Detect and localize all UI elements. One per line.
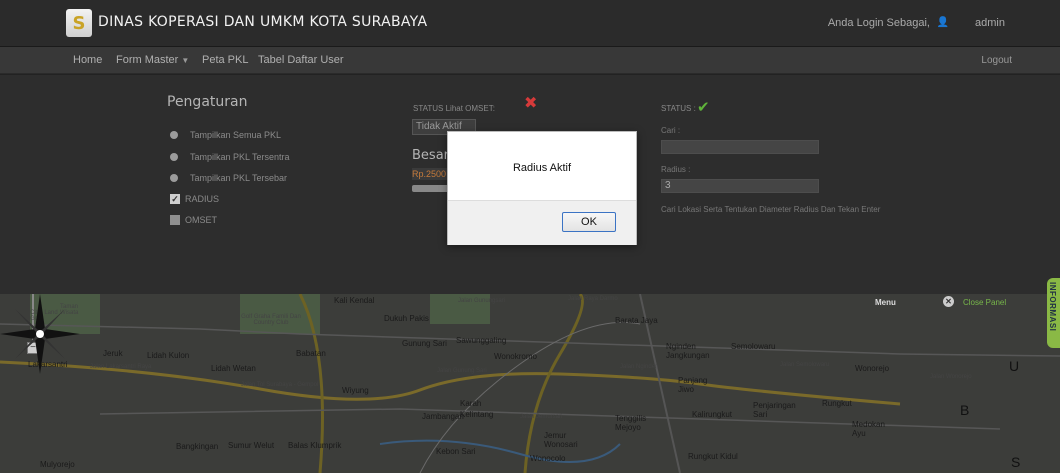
map-label: Panjang Jiwo bbox=[678, 376, 708, 394]
status-omset-label: STATUS Lihat OMSET: bbox=[413, 104, 495, 113]
inactive-x-icon: ✖ bbox=[524, 93, 538, 112]
checkbox-omset[interactable]: OMSET bbox=[170, 215, 217, 225]
informasi-tab-label: INFORMASI bbox=[1048, 282, 1057, 332]
option-label: Tampilkan PKL Tersentra bbox=[190, 152, 290, 162]
map-label: Kali Kendal bbox=[334, 296, 375, 305]
map-label: Wonorejo bbox=[855, 364, 890, 373]
main-nav: Home Form Master ▼ Peta PKL Tabel Daftar … bbox=[0, 47, 1060, 74]
map-label: Kebon Sari bbox=[436, 447, 476, 456]
map-label: Wiyung bbox=[342, 386, 369, 395]
checkbox-label: RADIUS bbox=[185, 194, 220, 204]
map-label: Dukuh Pakis bbox=[384, 314, 429, 323]
app-title: DINAS KOPERASI DAN UMKM KOTA SURABAYA bbox=[98, 14, 428, 30]
map-label: Rungkut Kidul bbox=[688, 452, 738, 461]
settings-title: Pengaturan bbox=[167, 94, 248, 110]
radio-icon bbox=[170, 153, 178, 161]
checkbox-label: OMSET bbox=[185, 215, 218, 225]
map-label: Jeruk bbox=[103, 349, 123, 358]
active-check-icon: ✔ bbox=[697, 98, 710, 116]
map-label: Kelintang bbox=[460, 410, 494, 419]
map-label: Semolowaru bbox=[731, 342, 776, 351]
user-icon: 👤 bbox=[936, 17, 949, 28]
map-label: Jemur Wonosari bbox=[544, 431, 578, 449]
map-label: Mulyorejo bbox=[40, 460, 75, 469]
map-label: Barata Jaya bbox=[615, 316, 658, 325]
radius-label: Radius : bbox=[661, 165, 691, 174]
map-label: Sawunggaling bbox=[456, 336, 507, 345]
cari-label: Cari : bbox=[661, 126, 681, 135]
radio-icon bbox=[170, 131, 178, 139]
besar-label: Besar bbox=[412, 148, 450, 163]
map-label: Jambangan bbox=[422, 412, 464, 421]
option-semua-pkl[interactable]: Tampilkan Semua PKL bbox=[170, 130, 281, 140]
option-label: Tampilkan PKL Tersebar bbox=[190, 173, 288, 183]
map-label: Medokan Ayu bbox=[852, 420, 885, 438]
map-label: Jalan Nginden bbox=[620, 364, 659, 370]
dialog-footer: OK bbox=[448, 200, 636, 245]
map-label: Nginden Jangkungan bbox=[666, 342, 710, 360]
nav-home[interactable]: Home bbox=[73, 54, 102, 66]
cari-input[interactable] bbox=[661, 140, 819, 154]
map-label: Golf Graha Famili Dan Country Club bbox=[241, 314, 301, 326]
username-link[interactable]: admin bbox=[975, 17, 1005, 29]
map-label: Penjaringan Sari bbox=[753, 401, 796, 419]
close-icon[interactable]: ✕ bbox=[943, 296, 954, 307]
nav-form-master[interactable]: Form Master ▼ bbox=[116, 54, 189, 66]
status-label: STATUS : bbox=[661, 104, 696, 113]
map-label: Babatan bbox=[296, 349, 326, 358]
checkbox-unchecked-icon bbox=[170, 215, 180, 225]
map-label: Sumur Welut bbox=[228, 441, 275, 450]
map-label: Wonokromo bbox=[494, 352, 537, 361]
map-label: Jalan Semolowaru bbox=[780, 362, 830, 368]
map-view[interactable]: − Lakarsantri Jeruk Lidah Kulon Lidah We… bbox=[0, 294, 1060, 473]
map-label: Balas Klumprik bbox=[288, 441, 342, 450]
informasi-tab[interactable]: INFORMASI bbox=[1047, 278, 1060, 348]
search-hint: Cari Lokasi Serta Tentukan Diameter Radi… bbox=[661, 205, 881, 214]
map-label: Jalan Gunungsari bbox=[458, 298, 506, 304]
map-label: Lidah Kulon bbox=[147, 351, 190, 360]
ok-button[interactable]: OK bbox=[562, 212, 616, 232]
app-window: S DINAS KOPERASI DAN UMKM KOTA SURABAYA … bbox=[0, 0, 1060, 473]
map-label: Tenggilis Mejoyo bbox=[615, 414, 647, 432]
compass-west-label: B bbox=[960, 402, 970, 418]
option-pkl-tersentra[interactable]: Tampilkan PKL Tersentra bbox=[170, 152, 290, 162]
omset-slider[interactable] bbox=[412, 185, 450, 192]
map-label: Rungkut bbox=[822, 399, 852, 408]
checkbox-checked-icon: ✓ bbox=[170, 194, 180, 204]
logout-link[interactable]: Logout bbox=[981, 55, 1012, 66]
logo-text: S bbox=[72, 12, 86, 34]
map-label: Jalan Gunung Sari bbox=[437, 368, 487, 374]
radio-icon bbox=[170, 174, 178, 182]
nav-form-master-label: Form Master bbox=[116, 54, 179, 66]
map-label: Lidah Wetan bbox=[211, 364, 256, 373]
map-label: Jalan Jemursari bbox=[520, 414, 563, 420]
nav-peta-pkl[interactable]: Peta PKL bbox=[202, 54, 248, 66]
map-label: Jalan Raya Darmo bbox=[568, 296, 618, 302]
alert-dialog: Radius Aktif OK bbox=[447, 131, 637, 245]
map-label: Bangkingan bbox=[176, 442, 219, 451]
map-label: Karah bbox=[460, 399, 482, 408]
compass-north-label: U bbox=[1009, 358, 1020, 374]
option-label: Tampilkan Semua PKL bbox=[190, 130, 282, 140]
top-header: S DINAS KOPERASI DAN UMKM KOTA SURABAYA … bbox=[0, 0, 1060, 47]
nav-tabel-daftar-user[interactable]: Tabel Daftar User bbox=[258, 54, 344, 66]
checkbox-radius[interactable]: ✓ RADIUS bbox=[170, 194, 219, 204]
compass-south-label: S bbox=[1011, 454, 1021, 470]
option-pkl-tersebar[interactable]: Tampilkan PKL Tersebar bbox=[170, 173, 287, 183]
compass-rose-icon bbox=[0, 294, 80, 374]
map-label: Jalan Wonorejo bbox=[930, 374, 972, 380]
map-label: Jalan Tol Surabaya - Gempol bbox=[241, 382, 319, 388]
map-label: Kalirungkut bbox=[692, 410, 733, 419]
radius-input[interactable]: 3 bbox=[661, 179, 819, 193]
map-label: Jalan Lakarsantri Raya bbox=[90, 364, 152, 370]
close-panel-link[interactable]: Close Panel bbox=[963, 298, 1006, 307]
dialog-message: Radius Aktif bbox=[512, 162, 572, 174]
chevron-down-icon: ▼ bbox=[181, 56, 190, 65]
map-label: Wonocolo bbox=[530, 454, 566, 463]
map-roads bbox=[0, 294, 1060, 473]
surabaya-logo-icon: S bbox=[66, 9, 92, 37]
menu-label[interactable]: Menu bbox=[875, 298, 896, 307]
map-label: Gunung Sari bbox=[402, 339, 447, 348]
login-label: Anda Login Sebagai, bbox=[827, 17, 930, 29]
